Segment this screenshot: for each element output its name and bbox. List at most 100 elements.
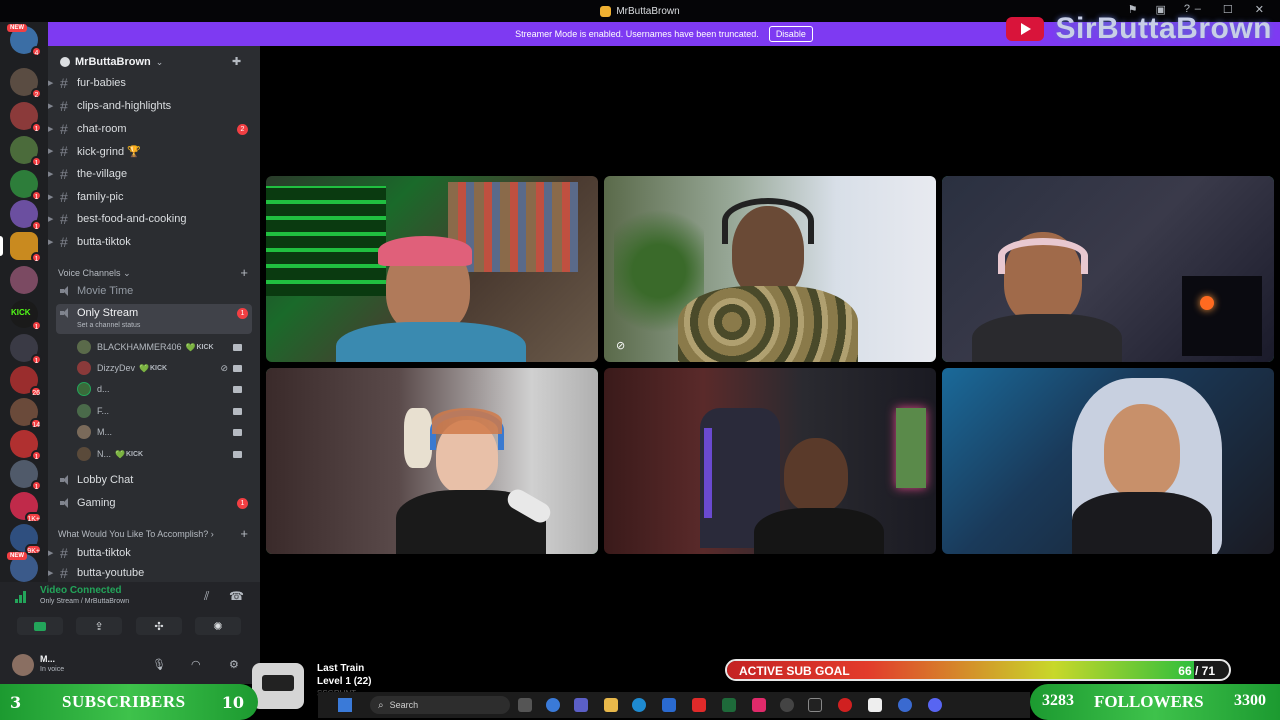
server-icon[interactable]: 1	[10, 430, 42, 461]
excel-icon[interactable]	[722, 698, 736, 712]
server-icon[interactable]: 2	[10, 68, 42, 99]
voice-connection-panel	[0, 582, 260, 648]
voice-user[interactable]: N... 💚 KICK	[77, 444, 252, 464]
level-text: Level 1 (22)	[317, 676, 372, 687]
app-icon[interactable]	[780, 698, 794, 712]
task-view-icon[interactable]	[518, 698, 532, 712]
channel-family-pic[interactable]: ▶ # family-pic	[48, 187, 260, 207]
voice-channel-lobby-chat[interactable]: Lobby Chat	[48, 470, 260, 490]
server-icon[interactable]: NEW 4	[7, 24, 42, 57]
add-channel-icon[interactable]: +	[240, 265, 248, 280]
sub-goal-count: 66 / 71	[1178, 664, 1215, 678]
server-icon[interactable]: 14	[10, 398, 42, 429]
voice-user[interactable]: M...	[77, 422, 252, 442]
channel-best-food-and-cooking[interactable]: ▶ # best-food-and-cooking	[48, 209, 260, 229]
camera-button[interactable]	[17, 617, 63, 635]
server-icon[interactable]	[10, 266, 38, 294]
server-icon[interactable]: 1	[10, 460, 42, 491]
channel-butta-tiktok[interactable]: ▶ # butta-tiktok	[48, 543, 260, 563]
settings-gear-icon[interactable]: ⚙	[229, 658, 239, 671]
connection-signal-icon[interactable]	[15, 590, 28, 603]
app-icon[interactable]	[808, 698, 822, 712]
add-channel-icon[interactable]: +	[240, 526, 248, 541]
camera-icon	[233, 343, 242, 351]
video-tile-speaking[interactable]	[942, 176, 1274, 362]
server-icon[interactable]: 26	[10, 366, 42, 397]
voice-channel-only-stream[interactable]: Only Stream Set a channel status 1	[56, 304, 252, 334]
hash-icon: #	[60, 143, 68, 159]
server-icon[interactable]: 1	[10, 136, 42, 167]
copilot-icon[interactable]	[546, 698, 560, 712]
channel-fur-babies[interactable]: ▶ # fur-babies	[48, 73, 260, 93]
kick-server-icon[interactable]: KICK 1	[10, 300, 42, 331]
user-avatar[interactable]	[12, 654, 34, 676]
voice-status-channel[interactable]: Only Stream / MrButtaBrown	[40, 598, 129, 605]
voice-channel-gaming[interactable]: Gaming 1	[48, 493, 260, 513]
server-icon-active[interactable]: 1	[10, 232, 42, 263]
youtube-icon[interactable]	[692, 698, 706, 712]
chevron-right-icon: ▶	[48, 239, 54, 246]
microphone-icon[interactable]: 🎙	[152, 658, 166, 671]
disable-streamer-mode-button[interactable]: Disable	[768, 26, 813, 42]
teams-icon[interactable]	[574, 698, 588, 712]
category-voice-channels[interactable]: Voice Channels ⌄	[58, 268, 131, 279]
server-icon[interactable]: NEW	[7, 552, 38, 582]
noise-suppression-icon[interactable]: ⫽	[204, 589, 209, 604]
voice-user[interactable]: d...	[77, 379, 252, 399]
video-tile[interactable]	[266, 176, 598, 362]
soundboard-button[interactable]: ✺	[195, 617, 241, 635]
discord-icon[interactable]	[928, 698, 942, 712]
category-accomplish[interactable]: What Would You Like To Accomplish? ›	[58, 529, 214, 539]
disconnect-icon[interactable]: ☎	[229, 589, 244, 603]
muted-mic-icon: ⊘	[220, 362, 228, 373]
tiktok-icon[interactable]	[752, 698, 766, 712]
server-icon[interactable]: 1	[10, 170, 42, 201]
voice-user[interactable]: BLACKHAMMER406 💚 KICK	[77, 337, 252, 357]
screen-share-button[interactable]: ⇪	[76, 617, 122, 635]
voice-channel-movie-time[interactable]: Movie Time	[48, 281, 260, 301]
headphones-icon[interactable]: ◠	[191, 658, 201, 671]
taskbar-search[interactable]: ⌕ Search	[370, 696, 510, 714]
followers-current: 3283	[1042, 692, 1074, 709]
channel-kick-grind[interactable]: ▶ # kick-grind 🏆	[48, 141, 260, 161]
chevron-right-icon: ›	[210, 529, 214, 539]
video-tile[interactable]: ⊘	[604, 176, 936, 362]
channel-chat-room[interactable]: ▶ # chat-room 2	[48, 119, 260, 139]
chevron-right-icon: ▶	[48, 216, 54, 223]
video-tile[interactable]	[942, 368, 1274, 554]
server-icon[interactable]: 1	[10, 200, 42, 231]
video-tile-speaking[interactable]	[266, 368, 598, 554]
server-icon[interactable]: 9K+	[10, 524, 42, 555]
camera-icon	[233, 450, 242, 458]
avatar	[77, 361, 91, 375]
screen-share-icon: ⇪	[94, 620, 104, 633]
voice-user[interactable]: F...	[77, 401, 252, 421]
store-icon[interactable]	[662, 698, 676, 712]
user-name[interactable]: M...	[40, 654, 55, 664]
channel-clips-and-highlights[interactable]: ▶ # clips-and-highlights	[48, 96, 260, 116]
add-member-icon[interactable]: ✚	[232, 55, 246, 69]
server-icon[interactable]: 1	[10, 102, 42, 133]
obs-icon[interactable]	[868, 698, 882, 712]
server-icon[interactable]: 1	[10, 334, 42, 365]
channel-butta-tiktok[interactable]: ▶ # butta-tiktok	[48, 232, 260, 252]
followers-label: FOLLOWERS	[1094, 692, 1204, 711]
chevron-right-icon: ▶	[48, 148, 54, 155]
app-icon[interactable]	[838, 698, 852, 712]
app-icon[interactable]	[898, 698, 912, 712]
video-tile[interactable]	[604, 368, 936, 554]
channel-butta-youtube[interactable]: ▶ # butta-youtube	[48, 566, 260, 580]
file-explorer-icon[interactable]	[604, 698, 618, 712]
voice-user[interactable]: DizzyDev 💚 KICK ⊘	[77, 358, 252, 378]
activities-button[interactable]: ✣	[136, 617, 182, 635]
subs-current: 3	[10, 692, 22, 712]
channel-the-village[interactable]: ▶ # the-village	[48, 164, 260, 184]
server-rail: NEW 4 2 1 1 1 1 1 KICK 1 1 26 14 1 1 1K+ 9…	[0, 22, 48, 582]
sub-goal-bar: ACTIVE SUB GOAL 66 / 71	[725, 659, 1231, 681]
hash-icon: #	[60, 189, 68, 205]
server-icon[interactable]: 1K+	[10, 492, 42, 523]
soundboard-icon: ✺	[213, 620, 223, 633]
mention-badge: 2	[237, 123, 248, 135]
edge-icon[interactable]	[632, 698, 646, 712]
windows-start-icon[interactable]	[338, 698, 352, 712]
